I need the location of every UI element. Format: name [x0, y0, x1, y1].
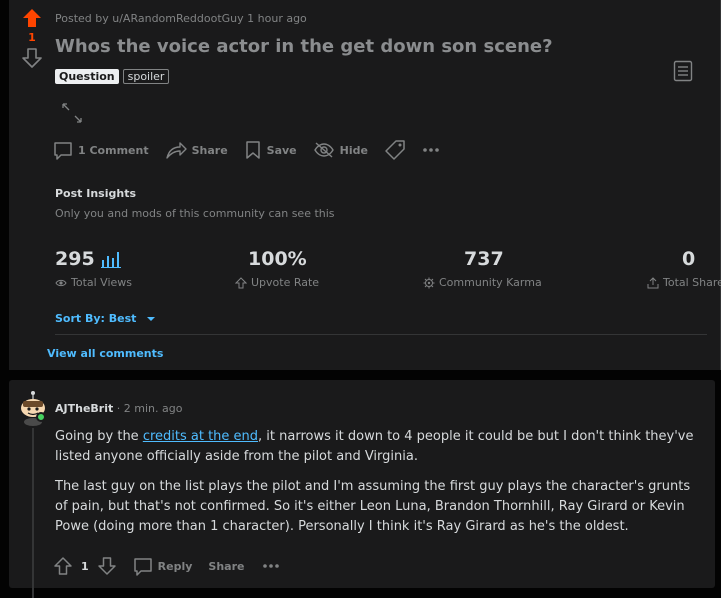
reply-button[interactable]: Reply: [131, 556, 195, 576]
stat-upvote-label-row: Upvote Rate: [235, 276, 319, 289]
stat-shares-label: Total Shares: [663, 276, 721, 289]
insights-title: Post Insights: [55, 187, 137, 200]
share-icon: [165, 142, 187, 159]
bookmark-icon: [245, 141, 260, 159]
more-options-button[interactable]: [422, 147, 448, 153]
expand-icon[interactable]: [61, 102, 83, 124]
hide-icon: [313, 142, 334, 158]
reply-label: Reply: [157, 559, 193, 573]
save-button[interactable]: Save: [244, 140, 305, 160]
insights-subtitle: Only you and mods of this community can …: [55, 207, 335, 220]
post-card: 1 Posted by u/ARandomReddootGuy 1 hour a…: [9, 0, 721, 370]
post-title[interactable]: Whos the voice actor in the get down son…: [55, 36, 553, 57]
share-label: Share: [191, 143, 228, 157]
eye-icon: [55, 279, 67, 286]
comment-share-button[interactable]: Share: [206, 560, 246, 573]
credits-link[interactable]: credits at the end: [143, 429, 258, 444]
stat-upvote-label: Upvote Rate: [251, 276, 320, 289]
more-options-icon: [423, 148, 439, 152]
comment-time[interactable]: 2 min. ago: [124, 402, 183, 415]
post-meta[interactable]: Posted by u/ARandomReddootGuy 1 hour ago: [55, 12, 307, 25]
spoiler-tag: spoiler: [122, 69, 170, 84]
divider: [55, 334, 707, 335]
comment-meta: AJTheBrit · 2 min. ago: [55, 402, 182, 415]
stat-views-value: 295: [55, 248, 95, 270]
tag-button[interactable]: [384, 139, 414, 161]
sort-label: Sort By: Best: [55, 312, 137, 325]
comment-action-bar: 1 Reply Share: [53, 556, 282, 576]
view-all-comments-link[interactable]: View all comments: [47, 347, 163, 360]
post-vote-count: 1: [28, 31, 36, 44]
comment-author[interactable]: AJTheBrit: [55, 402, 113, 415]
stat-total-shares: 0 Total Shares: [647, 248, 721, 289]
meta-separator: ·: [116, 402, 121, 415]
comment-paragraph-1: Going by the credits at the end, it narr…: [55, 427, 695, 467]
upvote-icon[interactable]: [22, 8, 42, 28]
comments-button[interactable]: 1 Comment: [53, 140, 157, 160]
comment-upvote-icon[interactable]: [53, 556, 73, 576]
gear-icon: [423, 277, 435, 288]
stat-upvote-rate: 100% Upvote Rate: [235, 248, 319, 289]
comment-more-icon: [263, 564, 280, 568]
stat-karma-label-row: Community Karma: [423, 276, 542, 289]
comment-paragraph-2: The last guy on the list plays the pilot…: [55, 479, 691, 534]
post-vote-column: 1: [18, 8, 46, 68]
hide-button[interactable]: Hide: [313, 140, 376, 160]
stat-community-karma: 737 Community Karma: [423, 248, 542, 289]
comment-downvote-icon[interactable]: [97, 556, 117, 576]
comments-label: 1 Comment: [78, 143, 149, 157]
caret-down-icon: [147, 316, 156, 321]
comment-icon: [54, 142, 72, 160]
comment-vote-count: 1: [81, 559, 89, 573]
stat-upvote-value: 100%: [248, 248, 307, 270]
post-action-bar: 1 Comment Share Save Hide: [53, 139, 456, 161]
upvote-small-icon: [235, 276, 247, 288]
online-status-indicator: [36, 412, 46, 422]
stat-shares-label-row: Total Shares: [647, 276, 721, 289]
stat-views-label-row: Total Views: [55, 276, 132, 289]
save-label: Save: [266, 143, 297, 157]
stat-karma-label: Community Karma: [439, 276, 542, 289]
comment-share-label: Share: [208, 559, 245, 573]
comment-p1-before: Going by the: [55, 429, 143, 444]
comment-body: Going by the credits at the end, it narr…: [55, 427, 695, 547]
sort-dropdown[interactable]: Sort By: Best: [55, 312, 156, 325]
tag-icon: [385, 140, 405, 160]
stat-views-label: Total Views: [71, 276, 133, 289]
stat-karma-value: 737: [464, 248, 504, 270]
thread-line[interactable]: [32, 428, 34, 598]
stat-total-views: 295 Total Views: [55, 248, 132, 289]
downvote-icon[interactable]: [22, 48, 42, 68]
share-button[interactable]: Share: [165, 140, 236, 160]
reply-icon: [133, 558, 152, 576]
hide-label: Hide: [339, 143, 368, 157]
text-post-icon: [673, 60, 693, 82]
comment-card: AJTheBrit · 2 min. ago Going by the cred…: [9, 380, 715, 598]
comment-more-options-button[interactable]: [260, 563, 282, 569]
bar-chart-icon[interactable]: [100, 250, 121, 268]
share-small-icon: [647, 276, 659, 288]
stat-views-value-row: 295: [55, 248, 132, 270]
flair-row: Question spoiler: [55, 69, 170, 84]
post-flair[interactable]: Question: [55, 69, 119, 84]
stat-shares-value: 0: [682, 248, 696, 270]
